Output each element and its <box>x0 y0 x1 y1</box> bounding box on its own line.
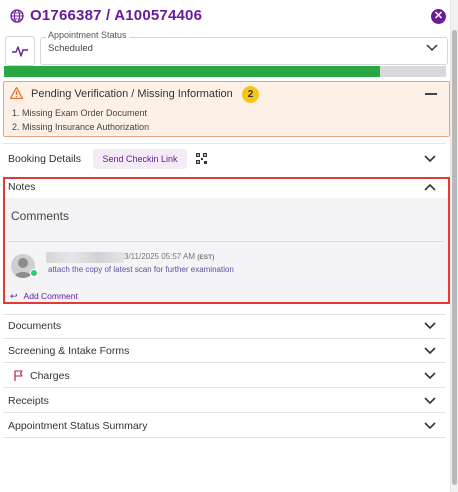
chevron-down-icon[interactable] <box>424 322 436 330</box>
divider <box>3 143 446 144</box>
status-progress-bar <box>4 66 446 77</box>
section-booking-details[interactable]: Booking Details <box>8 153 81 165</box>
divider <box>3 314 446 315</box>
section-charges[interactable]: Charges <box>30 370 70 382</box>
page-title: O1766387 / A100574406 <box>30 7 203 24</box>
divider <box>3 362 446 363</box>
warning-icon <box>10 87 23 99</box>
section-appointment-status-summary[interactable]: Appointment Status Summary <box>8 420 147 432</box>
divider <box>3 437 446 438</box>
chevron-down-icon[interactable] <box>424 347 436 355</box>
chevron-down-icon[interactable] <box>424 372 436 380</box>
status-activity-button[interactable] <box>5 36 35 66</box>
chevron-down-icon[interactable] <box>424 422 436 430</box>
appointment-status-select[interactable] <box>40 37 448 65</box>
send-checkin-link-button[interactable]: Send Checkin Link <box>93 149 187 169</box>
scrollbar-thumb[interactable] <box>452 30 457 485</box>
chevron-down-icon[interactable] <box>426 43 438 53</box>
divider <box>3 387 446 388</box>
section-receipts[interactable]: Receipts <box>8 395 49 407</box>
status-progress-fill <box>4 66 380 77</box>
section-documents[interactable]: Documents <box>8 320 61 332</box>
divider <box>3 338 446 339</box>
notes-highlight-box <box>3 177 450 304</box>
qr-code-icon[interactable] <box>196 153 207 164</box>
alert-item: 1. Missing Exam Order Document <box>12 108 148 118</box>
alert-count-badge: 2 <box>242 86 259 103</box>
divider <box>3 412 446 413</box>
chevron-down-icon[interactable] <box>424 397 436 405</box>
close-button[interactable]: ✕ <box>431 9 446 24</box>
flag-icon <box>14 370 23 381</box>
chevron-down-icon[interactable] <box>424 155 436 163</box>
globe-icon <box>10 9 24 23</box>
alert-collapse-icon[interactable] <box>425 93 437 95</box>
appointment-status-label: Appointment Status <box>46 30 129 40</box>
activity-icon <box>12 46 28 57</box>
appointment-status-value: Scheduled <box>48 43 93 54</box>
close-icon: ✕ <box>433 10 444 22</box>
section-screening-intake-forms[interactable]: Screening & Intake Forms <box>8 345 129 357</box>
alert-item: 2. Missing Insurance Authorization <box>12 122 150 132</box>
alert-title: Pending Verification / Missing Informati… <box>31 88 233 100</box>
